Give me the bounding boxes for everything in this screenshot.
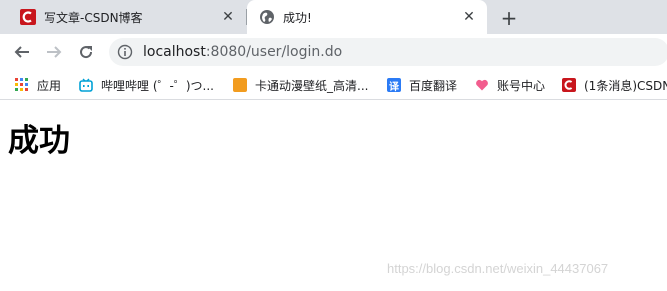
close-tab-icon[interactable]: ✕ — [219, 8, 237, 26]
bookmark-label: 百度翻译 — [409, 78, 458, 93]
address-bar[interactable]: localhost:8080/user/login.do — [109, 38, 667, 66]
tab-csdn-editor[interactable]: 写文章-CSDN博客 ✕ — [8, 0, 246, 34]
bookmark-label: 应用 — [37, 78, 62, 93]
heart-icon — [476, 79, 488, 91]
forward-button[interactable] — [41, 39, 67, 65]
bookmark-bilibili[interactable]: 哔哩哔哩 (゜-゜)つ... — [79, 76, 214, 94]
translate-icon: 译 — [387, 78, 401, 93]
close-tab-icon[interactable]: ✕ — [460, 8, 478, 26]
bookmark-label: 卡通动漫壁纸_高清... — [255, 78, 369, 93]
url-host: localhost — [143, 44, 206, 60]
forward-arrow-icon — [47, 46, 62, 58]
csdn-favicon-icon — [20, 9, 36, 25]
globe-icon — [260, 10, 274, 24]
back-button[interactable] — [9, 39, 35, 65]
wallpaper-icon — [233, 78, 247, 92]
apps-grid-icon — [15, 78, 28, 91]
watermark-text: https://blog.csdn.net/weixin_44437067 — [387, 261, 609, 276]
url-text[interactable]: localhost:8080/user/login.do — [143, 44, 342, 60]
bookmarks-bar: 应用 哔哩哔哩 (゜-゜)つ... 卡通动漫壁纸_高清... 译 百度翻译 账号… — [0, 70, 667, 100]
page-content: 成功 https://blog.csdn.net/weixin_44437067 — [0, 101, 667, 291]
bilibili-icon — [79, 78, 93, 92]
csdn-icon — [562, 78, 576, 92]
tab-strip: 写文章-CSDN博客 ✕ 成功! ✕ + — [0, 0, 667, 34]
url-path: :8080/user/login.do — [205, 44, 343, 60]
bookmark-account-center[interactable]: 账号中心 — [475, 76, 545, 94]
browser-toolbar: localhost:8080/user/login.do — [0, 34, 667, 70]
bookmark-baidu-translate[interactable]: 译 百度翻译 — [387, 76, 457, 94]
new-tab-button[interactable]: + — [497, 6, 521, 30]
bookmark-apps[interactable]: 应用 — [15, 76, 61, 94]
tab-title: 写文章-CSDN博客 — [44, 10, 143, 25]
bookmark-label: 账号中心 — [497, 78, 546, 93]
bookmark-wallpaper[interactable]: 卡通动漫壁纸_高清... — [233, 76, 368, 94]
reload-icon — [80, 46, 93, 59]
back-arrow-icon — [14, 46, 29, 58]
bookmark-label: (1条消息)CSDN — [584, 78, 667, 93]
bookmark-csdn[interactable]: (1条消息)CSDN — [562, 76, 667, 94]
tab-title: 成功! — [283, 10, 312, 25]
tab-success[interactable]: 成功! ✕ — [247, 0, 487, 34]
bookmark-label: 哔哩哔哩 (゜-゜)つ... — [101, 78, 214, 93]
page-heading: 成功 — [8, 123, 70, 159]
info-icon[interactable] — [117, 44, 133, 60]
reload-button[interactable] — [73, 39, 99, 65]
